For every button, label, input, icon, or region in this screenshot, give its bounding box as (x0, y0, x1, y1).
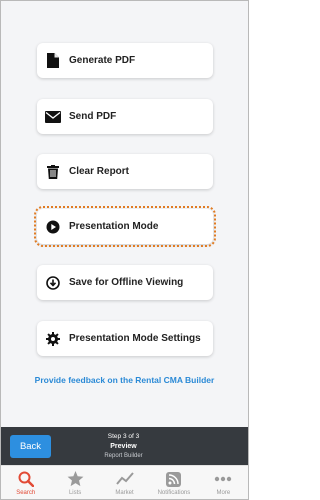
send-pdf-button[interactable]: Send PDF (37, 99, 213, 134)
tab-market[interactable]: Market (100, 466, 149, 499)
bottom-tab-bar: Search Lists Market Notifications More (1, 465, 248, 499)
more-dots-icon (214, 470, 232, 488)
tab-market-label: Market (115, 490, 134, 496)
presentation-settings-label: Presentation Mode Settings (69, 333, 201, 344)
presentation-mode-label: Presentation Mode (69, 221, 159, 232)
play-circle-icon (45, 219, 61, 235)
send-pdf-label: Send PDF (69, 111, 117, 122)
trash-icon (45, 164, 61, 180)
back-button[interactable]: Back (10, 435, 51, 458)
file-icon (45, 53, 61, 69)
generate-pdf-label: Generate PDF (69, 55, 136, 66)
search-icon (17, 470, 35, 488)
gear-icon (45, 331, 61, 347)
tab-notifications[interactable]: Notifications (149, 466, 198, 499)
save-offline-label: Save for Offline Viewing (69, 277, 184, 288)
clear-report-button[interactable]: Clear Report (37, 154, 213, 189)
tab-more[interactable]: More (199, 466, 248, 499)
wizard-subtitle: Report Builder (104, 453, 143, 459)
clear-report-label: Clear Report (69, 166, 130, 177)
generate-pdf-button[interactable]: Generate PDF (37, 43, 213, 78)
app-frame: Generate PDF Send PDF Clear Report Prese… (0, 0, 249, 500)
tab-more-label: More (216, 490, 231, 496)
download-circle-icon (45, 275, 61, 291)
wizard-bar: Back Step 3 of 3 Preview Report Builder (1, 427, 248, 465)
star-icon (66, 470, 84, 488)
trend-line-icon (115, 470, 134, 488)
save-offline-button[interactable]: Save for Offline Viewing (37, 265, 213, 300)
action-list: Generate PDF Send PDF Clear Report Prese… (1, 1, 248, 426)
presentation-settings-button[interactable]: Presentation Mode Settings (37, 321, 213, 356)
tab-search-label: Search (16, 490, 36, 496)
tab-search[interactable]: Search (1, 466, 50, 499)
wizard-title: Preview (110, 443, 137, 450)
rss-icon (165, 470, 183, 488)
tab-lists-label: Lists (68, 490, 82, 496)
wizard-step: Step 3 of 3 (107, 433, 140, 440)
feedback-link[interactable]: Provide feedback on the Rental CMA Build… (1, 375, 248, 385)
envelope-icon (45, 109, 61, 125)
tab-notifications-label: Notifications (157, 490, 191, 496)
tab-lists[interactable]: Lists (50, 466, 99, 499)
presentation-mode-button[interactable]: Presentation Mode (34, 206, 216, 247)
